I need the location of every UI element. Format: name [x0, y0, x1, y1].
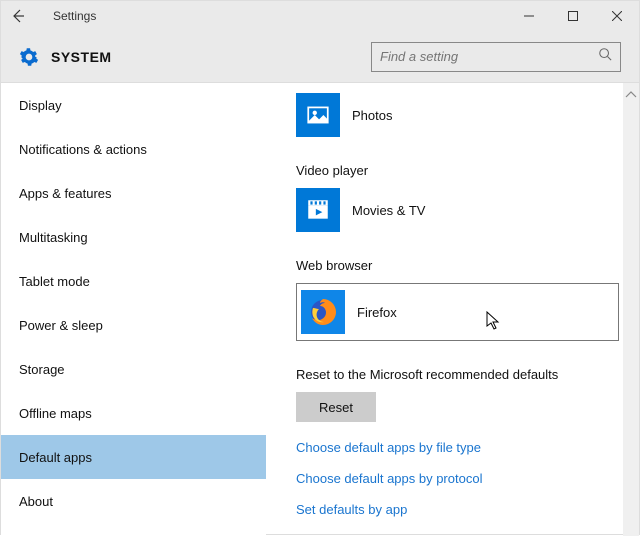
reset-button[interactable]: Reset	[296, 392, 376, 422]
sidebar-item-default-apps[interactable]: Default apps	[1, 435, 266, 479]
app-label: Movies & TV	[352, 203, 425, 218]
app-label: Photos	[352, 108, 392, 123]
default-app-photos[interactable]: Photos	[296, 93, 623, 137]
search-icon	[598, 47, 612, 66]
scrollbar-up-arrow[interactable]	[625, 85, 637, 93]
back-button[interactable]	[1, 1, 35, 31]
sidebar-item-display[interactable]: Display	[1, 83, 266, 127]
window-titlebar: Settings	[1, 1, 639, 31]
close-button[interactable]	[595, 1, 639, 31]
default-app-movies-tv[interactable]: Movies & TV	[296, 188, 623, 232]
sidebar-item-offline-maps[interactable]: Offline maps	[1, 391, 266, 435]
sidebar-item-label: Offline maps	[19, 406, 92, 421]
page-header: SYSTEM	[1, 31, 639, 83]
link-defaults-by-protocol[interactable]: Choose default apps by protocol	[296, 471, 623, 486]
sidebar-item-label: Tablet mode	[19, 274, 90, 289]
sidebar-item-notifications[interactable]: Notifications & actions	[1, 127, 266, 171]
sidebar-item-label: Notifications & actions	[19, 142, 147, 157]
section-web-browser: Web browser	[296, 258, 623, 273]
link-set-defaults-by-app[interactable]: Set defaults by app	[296, 502, 623, 517]
sidebar-item-storage[interactable]: Storage	[1, 347, 266, 391]
sidebar-item-tablet-mode[interactable]: Tablet mode	[1, 259, 266, 303]
movies-icon	[296, 188, 340, 232]
scrollbar[interactable]	[623, 83, 639, 536]
sidebar-item-label: Default apps	[19, 450, 92, 465]
reset-description: Reset to the Microsoft recommended defau…	[296, 367, 623, 382]
sidebar-item-about[interactable]: About	[1, 479, 266, 523]
sidebar-item-label: About	[19, 494, 53, 509]
sidebar-item-label: Power & sleep	[19, 318, 103, 333]
firefox-icon	[301, 290, 345, 334]
sidebar-item-label: Apps & features	[19, 186, 112, 201]
sidebar-item-label: Multitasking	[19, 230, 88, 245]
gear-icon	[19, 47, 39, 67]
sidebar: Display Notifications & actions Apps & f…	[1, 83, 266, 536]
minimize-button[interactable]	[507, 1, 551, 31]
app-label: Firefox	[357, 305, 397, 320]
sidebar-item-label: Storage	[19, 362, 65, 377]
default-app-web-browser[interactable]: Firefox	[296, 283, 619, 341]
sidebar-item-apps-features[interactable]: Apps & features	[1, 171, 266, 215]
sidebar-item-multitasking[interactable]: Multitasking	[1, 215, 266, 259]
search-box[interactable]	[371, 42, 621, 72]
section-video-player: Video player	[296, 163, 623, 178]
window-title: Settings	[53, 9, 96, 23]
maximize-button[interactable]	[551, 1, 595, 31]
photos-icon	[296, 93, 340, 137]
header-title: SYSTEM	[51, 49, 112, 65]
sidebar-item-label: Display	[19, 98, 62, 113]
sidebar-item-power-sleep[interactable]: Power & sleep	[1, 303, 266, 347]
search-input[interactable]	[380, 49, 598, 64]
link-defaults-by-file-type[interactable]: Choose default apps by file type	[296, 440, 623, 455]
cursor-icon	[486, 311, 502, 336]
content-pane: Photos Video player Movies & TV Web brow…	[266, 83, 639, 536]
